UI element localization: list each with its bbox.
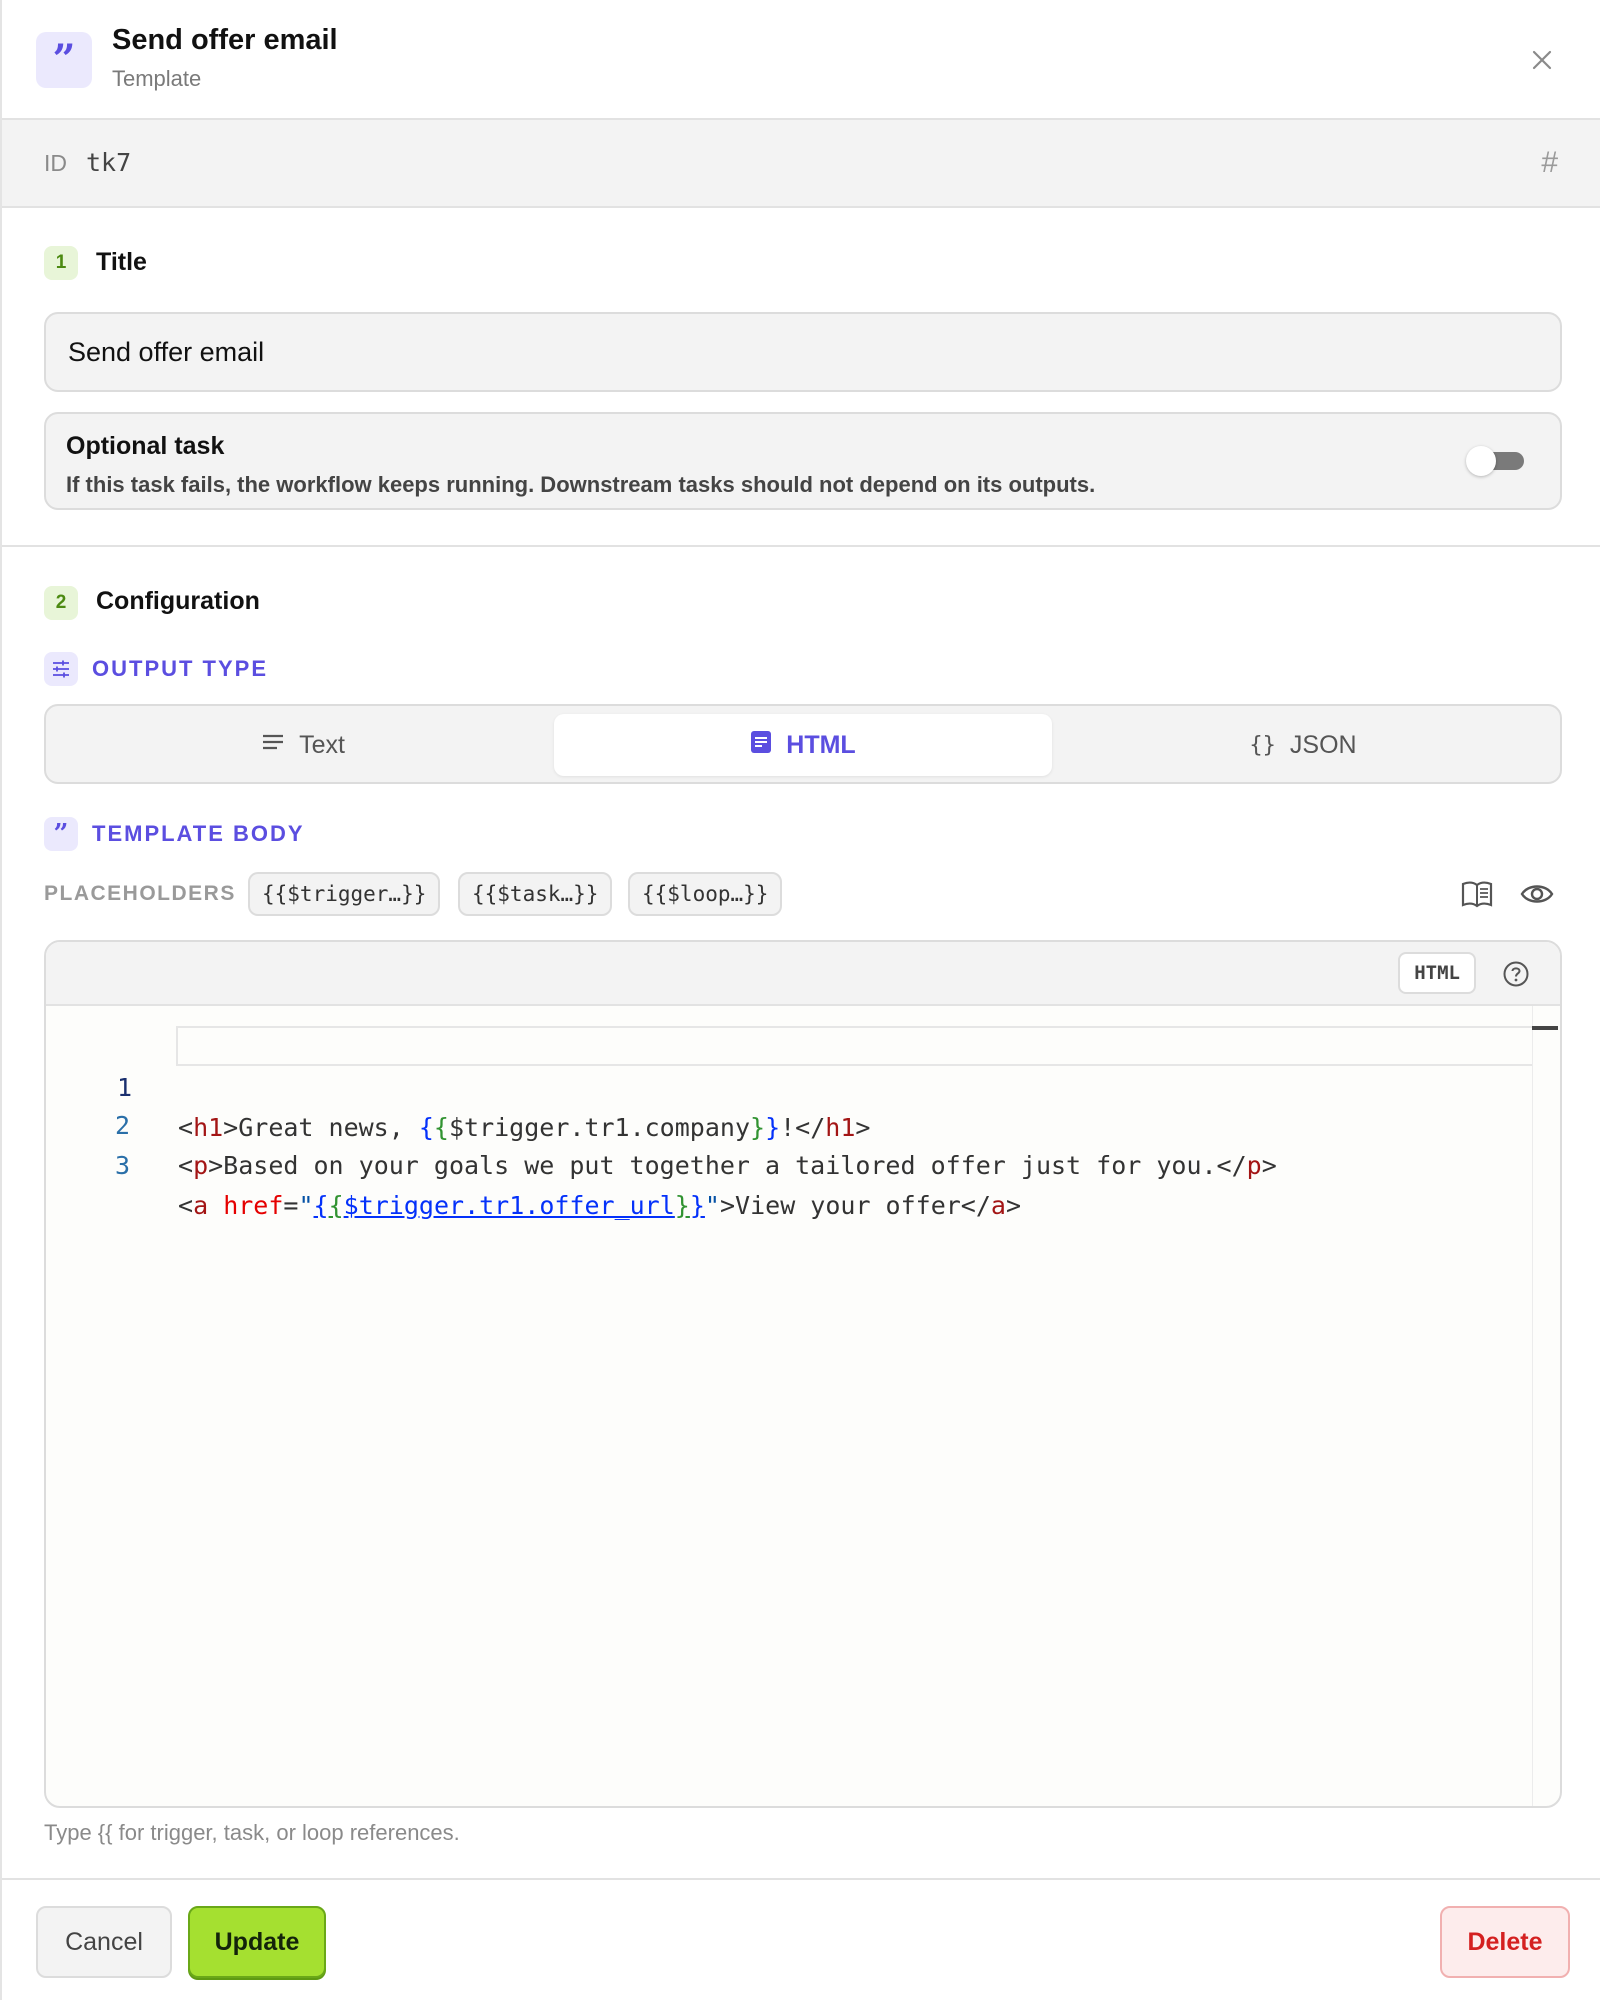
code-content[interactable]: 1 <h1>Great news, {{$trigger.tr1.company…: [46, 1026, 1532, 1220]
code-token: >: [1005, 1191, 1022, 1220]
panel-subtitle: Template: [112, 66, 202, 91]
hash-icon[interactable]: #: [1541, 146, 1558, 180]
output-type-heading: OUTPUT TYPE: [44, 652, 268, 686]
code-token: >Based on your goals we put together a t…: [208, 1151, 1247, 1180]
section-divider: [2, 545, 1600, 547]
panel-title: Send offer email: [112, 24, 338, 56]
code-token: p: [1246, 1151, 1262, 1180]
book-icon[interactable]: [1460, 878, 1494, 910]
language-badge: HTML: [1398, 952, 1476, 994]
scrollbar-cursor-marker: [1532, 1026, 1558, 1030]
output-type-label: OUTPUT TYPE: [92, 656, 269, 681]
placeholder-chip-task[interactable]: {{$task…}}: [458, 872, 613, 916]
optional-task-title: Optional task: [66, 432, 225, 460]
task-panel: ” Send offer email Template ID tk7 # 1 T…: [0, 0, 1600, 2000]
code-text: <a href="{{$trigger.tr1.offer_url}}">Vie…: [178, 1186, 1021, 1226]
delete-button[interactable]: Delete: [1440, 1906, 1570, 1978]
code-token: href: [223, 1191, 284, 1220]
placeholders-row: PLACEHOLDERS {{$trigger…}} {{$task…}} {{…: [44, 872, 1562, 918]
sliders-icon: [44, 652, 78, 686]
document-icon: [750, 730, 772, 761]
code-token: }: [689, 1191, 705, 1220]
step-number-2: 2: [44, 586, 78, 620]
code-token: $trigger.tr1.offer_url: [343, 1191, 675, 1220]
optional-task-description: If this task fails, the workflow keeps r…: [66, 472, 1096, 497]
code-token: p: [193, 1151, 209, 1180]
editor-scrollbar[interactable]: [1532, 1006, 1560, 1806]
code-line: 3 <a href="{{$trigger.tr1.offer_url}}">V…: [46, 1106, 1532, 1220]
panel-footer: Cancel Update Delete: [2, 1878, 1600, 2000]
close-icon[interactable]: [1526, 44, 1558, 76]
code-token: a: [990, 1191, 1006, 1220]
update-button[interactable]: Update: [188, 1906, 326, 1978]
output-type-text[interactable]: Text: [54, 714, 552, 776]
output-type-json-label: JSON: [1289, 730, 1357, 759]
title-input[interactable]: [44, 312, 1562, 392]
code-token: <: [178, 1191, 194, 1220]
code-token: a: [193, 1191, 209, 1220]
quote-icon: ”: [36, 32, 92, 88]
id-bar: ID tk7 #: [2, 120, 1600, 208]
code-line: 1 <h1>Great news, {{$trigger.tr1.company…: [117, 1026, 1532, 1142]
toggle-knob: [1466, 446, 1496, 476]
placeholders-label: PLACEHOLDERS: [44, 882, 236, 905]
editor-toolbar: HTML: [46, 942, 1560, 1006]
id-label: ID: [44, 150, 67, 176]
code-token: }: [674, 1191, 690, 1220]
output-type-json[interactable]: {} JSON: [1054, 714, 1552, 776]
editor-hint: Type {{ for trigger, task, or loop refer…: [44, 1820, 460, 1845]
code-token: <: [178, 1151, 194, 1180]
code-token: {: [313, 1191, 329, 1220]
braces-icon: {}: [1249, 732, 1276, 758]
code-token: ": [298, 1191, 314, 1220]
code-token: =: [283, 1191, 299, 1220]
optional-task-box: Optional task If this task fails, the wo…: [44, 412, 1562, 510]
eye-icon[interactable]: [1520, 878, 1554, 910]
output-type-selector: Text HTML {} JSON: [44, 704, 1562, 784]
section-title-title: Title: [96, 248, 147, 276]
placeholder-chip-loop[interactable]: {{$loop…}}: [628, 872, 783, 916]
code-token: ": [704, 1191, 720, 1220]
section-title-configuration: Configuration: [96, 587, 260, 615]
output-type-html[interactable]: HTML: [554, 714, 1052, 776]
line-number: 3: [114, 1151, 130, 1180]
code-text: <p>Based on your goals we put together a…: [178, 1146, 1277, 1186]
help-icon[interactable]: [1502, 960, 1530, 988]
quote-icon: ”: [44, 817, 78, 851]
panel-header: ” Send offer email Template: [2, 0, 1600, 120]
step-number-1: 1: [44, 246, 78, 280]
code-token: >: [1261, 1151, 1277, 1180]
id-value: tk7: [86, 148, 132, 177]
template-body-heading: ” TEMPLATE BODY: [44, 817, 305, 851]
code-token: {: [328, 1191, 344, 1220]
code-editor[interactable]: HTML 1 <h1>Great news, {{$trigger.tr1.co…: [44, 940, 1562, 1808]
optional-task-toggle[interactable]: [1466, 444, 1526, 476]
output-type-text-label: Text: [299, 730, 345, 759]
cancel-button[interactable]: Cancel: [36, 1906, 172, 1978]
output-type-html-label: HTML: [786, 730, 856, 759]
template-body-label: TEMPLATE BODY: [92, 821, 305, 846]
code-line: 2 <p>Based on your goals we put together…: [46, 1066, 1532, 1180]
placeholder-chip-trigger[interactable]: {{$trigger…}}: [248, 872, 441, 916]
lines-icon: [261, 731, 285, 759]
code-token: >View your offer</: [719, 1191, 991, 1220]
